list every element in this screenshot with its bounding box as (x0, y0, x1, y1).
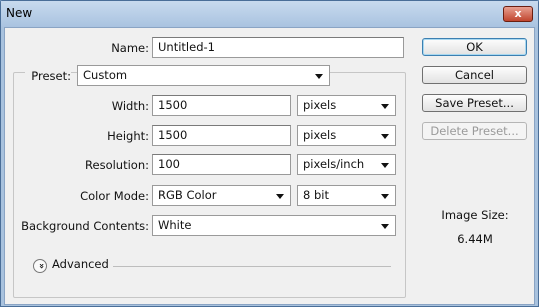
resolution-unit-select[interactable]: pixels/inch (297, 154, 396, 175)
window-title: New (6, 6, 33, 20)
height-unit-select[interactable]: pixels (297, 125, 396, 146)
chevron-down-icon (276, 194, 284, 199)
name-label: Name: (111, 41, 149, 55)
close-button[interactable]: x (503, 6, 533, 22)
preset-select[interactable]: Custom (77, 65, 330, 86)
advanced-toggle-label[interactable]: Advanced (52, 257, 109, 271)
delete-preset-button: Delete Preset... (422, 122, 527, 140)
height-input[interactable]: 1500 (152, 125, 291, 146)
bit-depth-value: 8 bit (303, 188, 329, 202)
background-contents-select[interactable]: White (152, 215, 396, 236)
resolution-unit-value: pixels/inch (303, 157, 365, 171)
preset-value: Custom (83, 68, 128, 82)
height-label: Height: (107, 129, 149, 143)
ok-button[interactable]: OK (422, 38, 527, 56)
color-mode-label: Color Mode: (80, 189, 149, 203)
cancel-button[interactable]: Cancel (422, 66, 527, 84)
color-mode-select[interactable]: RGB Color (152, 185, 291, 206)
chevron-down-icon (315, 74, 323, 79)
width-label: Width: (111, 99, 149, 113)
image-size-value: 6.44M (457, 232, 493, 246)
title-bar[interactable]: New x (1, 1, 538, 27)
chevron-down-icon (381, 163, 389, 168)
dialog-body: Name: Untitled-1 Preset: Custom Width: 1… (4, 27, 535, 305)
color-mode-value: RGB Color (158, 188, 217, 202)
width-input[interactable]: 1500 (152, 95, 291, 116)
advanced-divider (113, 266, 391, 267)
chevron-down-icon (381, 224, 389, 229)
chevron-double-down-icon[interactable]: » (33, 259, 47, 273)
width-unit-select[interactable]: pixels (297, 95, 396, 116)
image-size-label: Image Size: (441, 208, 509, 222)
chevron-down-icon (381, 134, 389, 139)
save-preset-button[interactable]: Save Preset... (422, 94, 527, 112)
new-document-dialog: New x Name: Untitled-1 Preset: Custom Wi… (0, 0, 539, 307)
height-unit-value: pixels (303, 128, 337, 142)
bit-depth-select[interactable]: 8 bit (297, 185, 396, 206)
resolution-label: Resolution: (85, 158, 149, 172)
background-contents-label: Background Contents: (21, 219, 149, 233)
width-unit-value: pixels (303, 98, 337, 112)
resolution-input[interactable]: 100 (152, 154, 291, 175)
chevron-down-icon (381, 104, 389, 109)
preset-label: Preset: (25, 69, 71, 83)
name-input[interactable]: Untitled-1 (152, 37, 404, 58)
background-contents-value: White (158, 218, 192, 232)
chevron-down-icon (381, 194, 389, 199)
